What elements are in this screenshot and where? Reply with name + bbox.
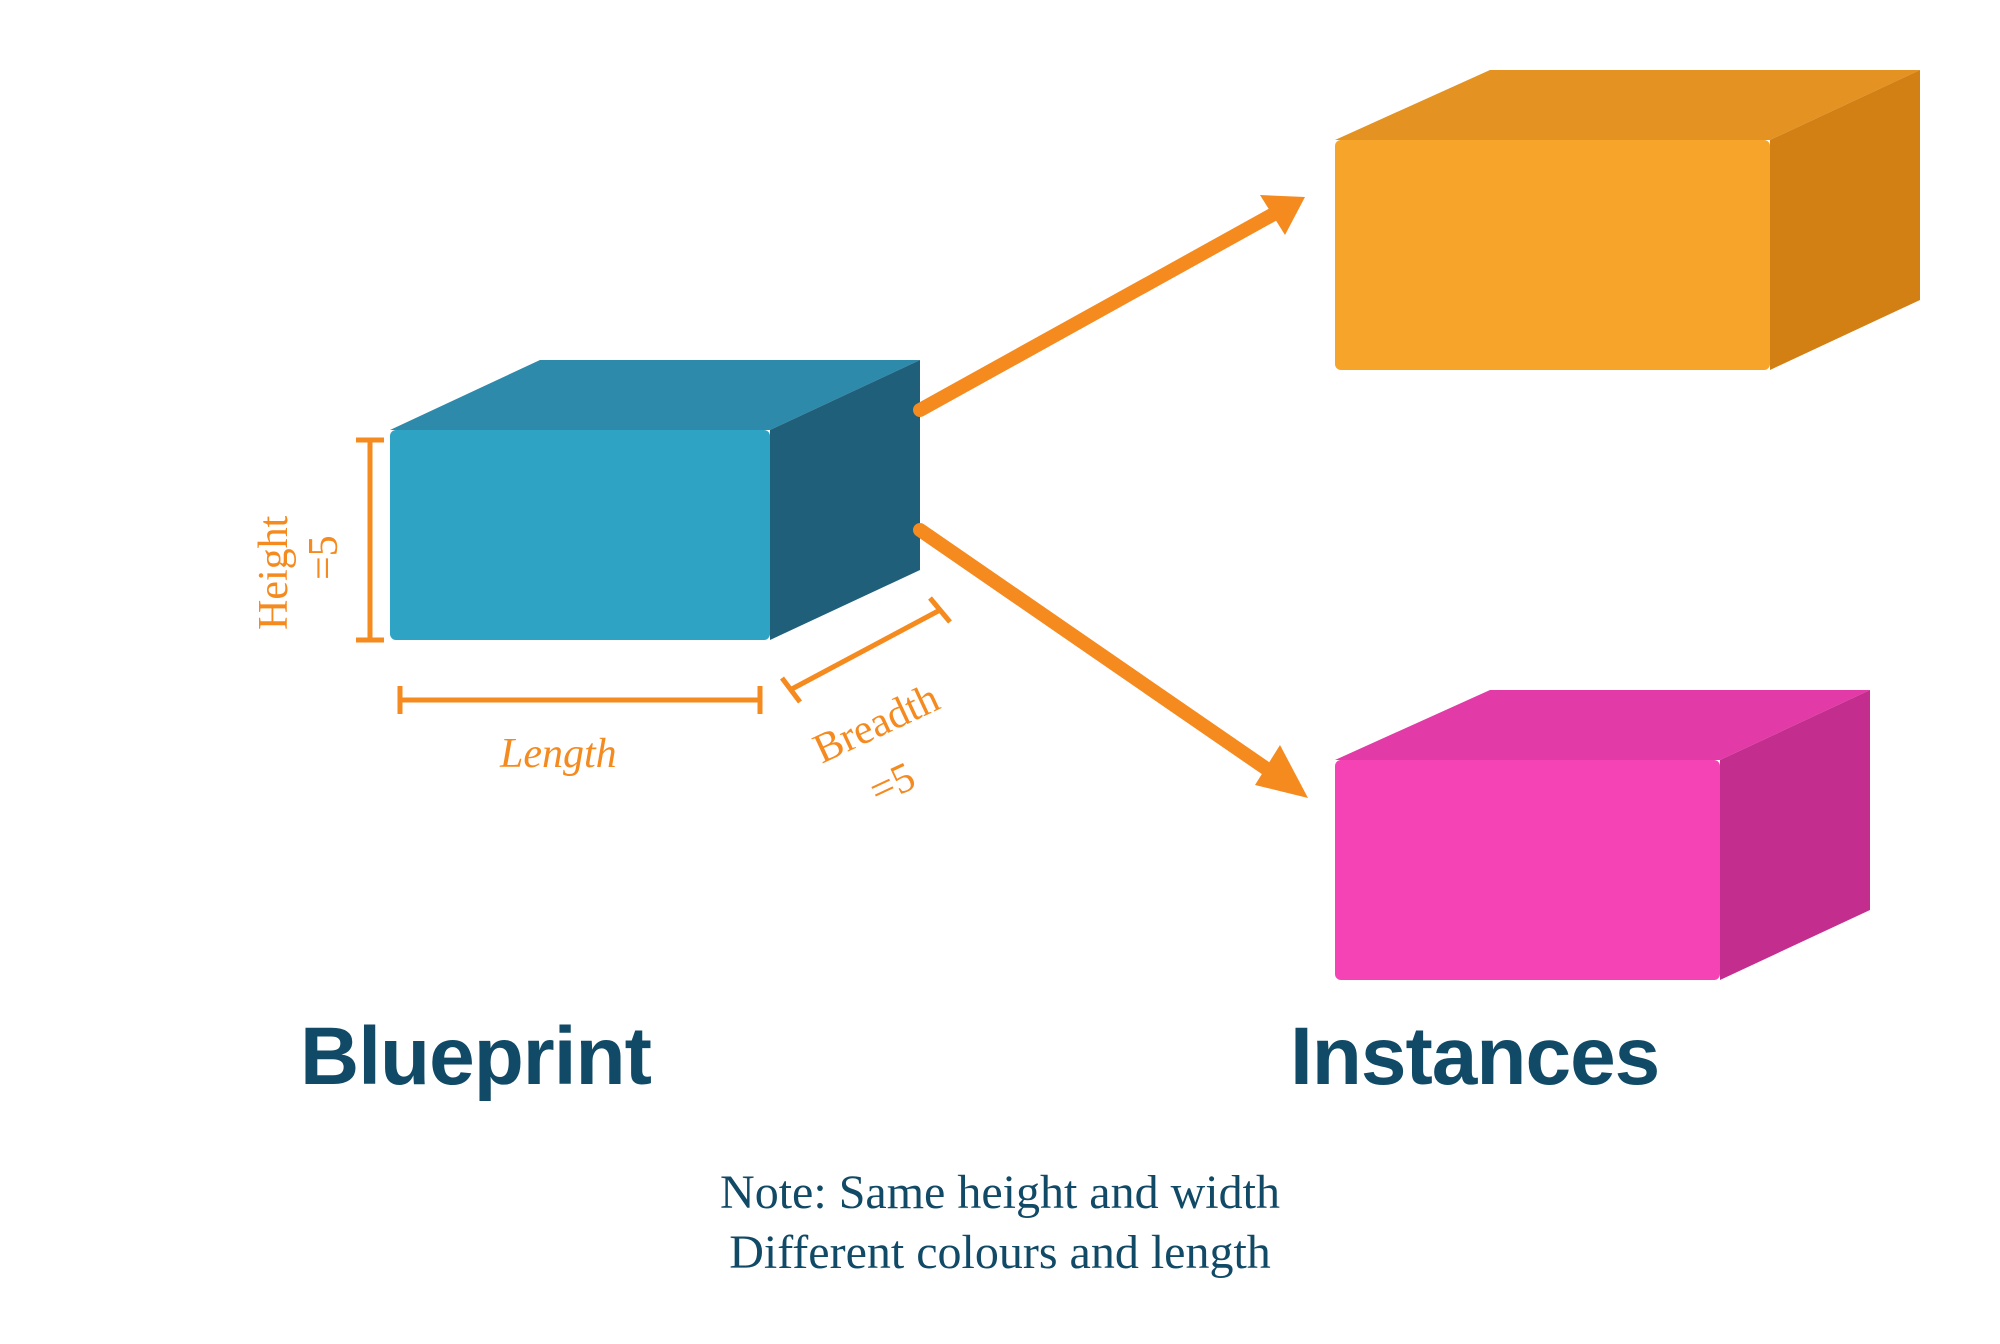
blueprint-heading: Blueprint — [300, 1010, 651, 1104]
length-label: Length — [500, 730, 617, 778]
height-label: Height — [250, 516, 298, 630]
instance-box-pink-icon — [1320, 680, 1890, 1010]
height-text: Height — [251, 516, 297, 630]
note-line2: Different colours and length — [0, 1225, 2000, 1280]
note-line1-text: Note: Same height and width — [720, 1166, 1280, 1219]
height-value: =5 — [300, 535, 348, 580]
diagram-canvas: Height =5 Length Breadth =5 Blueprint In… — [0, 0, 2000, 1344]
height-bracket-icon — [350, 430, 390, 650]
instance-box-orange-icon — [1320, 60, 1940, 400]
instances-heading-text: Instances — [1290, 1011, 1659, 1102]
note-line2-text: Different colours and length — [729, 1226, 1271, 1279]
note-line1: Note: Same height and width — [0, 1165, 2000, 1220]
blueprint-heading-text: Blueprint — [300, 1011, 651, 1102]
instances-heading: Instances — [1290, 1010, 1659, 1104]
arrow-to-instance2-icon — [910, 510, 1330, 820]
length-bracket-icon — [390, 680, 770, 720]
height-value-text: =5 — [301, 535, 347, 580]
arrow-to-instance1-icon — [910, 175, 1330, 425]
length-text: Length — [500, 731, 617, 777]
